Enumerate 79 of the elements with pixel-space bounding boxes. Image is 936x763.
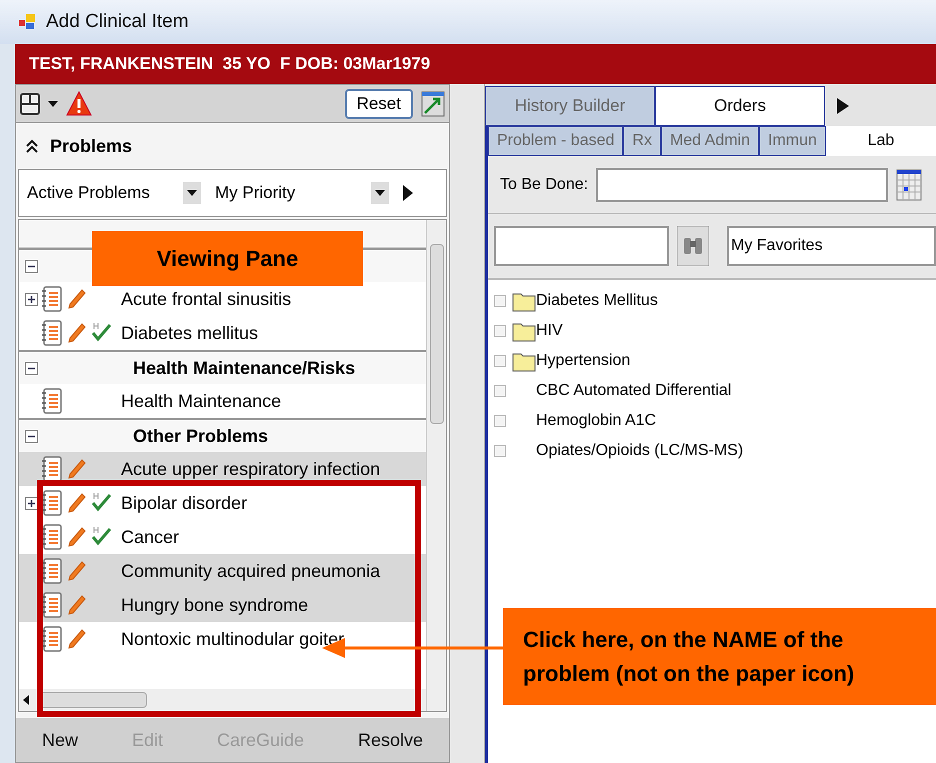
group-header: Health Maintenance/Risks: [133, 356, 356, 380]
paper-icon[interactable]: [41, 388, 63, 414]
horizontal-scrollbar[interactable]: [19, 689, 426, 711]
checkbox[interactable]: [494, 385, 506, 397]
order-item[interactable]: Diabetes Mellitus: [536, 289, 658, 313]
patient-banner: TEST, FRANKENSTEIN 35 YO F DOB: 03Mar1979: [15, 44, 936, 84]
dropdown-caret-icon: [48, 100, 58, 106]
collapse-chevron-icon[interactable]: [26, 139, 38, 153]
problem-name[interactable]: Cancer: [121, 524, 180, 550]
reset-button[interactable]: Reset: [344, 88, 413, 118]
order-item[interactable]: Hemoglobin A1C: [536, 409, 656, 433]
order-item[interactable]: HIV: [536, 319, 563, 343]
filter-dropdown[interactable]: Active Problems: [27, 180, 207, 206]
favorites-dropdown[interactable]: My Favorites: [727, 226, 936, 266]
popout-icon[interactable]: [421, 90, 445, 116]
checkbox[interactable]: [494, 295, 506, 307]
paper-icon[interactable]: [41, 490, 63, 516]
paper-icon[interactable]: [41, 320, 63, 346]
collapse-icon[interactable]: [25, 260, 38, 272]
pencil-icon[interactable]: [67, 322, 87, 344]
collapse-icon[interactable]: [25, 430, 38, 442]
subtab[interactable]: Lab: [826, 126, 936, 156]
vertical-scrollbar[interactable]: [426, 220, 446, 711]
window-title: Add Clinical Item: [46, 10, 189, 34]
binoculars-icon[interactable]: [677, 226, 709, 266]
paper-icon[interactable]: [41, 524, 63, 550]
pencil-icon[interactable]: [67, 526, 87, 548]
group-header: Other Problems: [133, 424, 268, 448]
problem-name[interactable]: Health Maintenance: [121, 388, 282, 414]
callout-box: Click here, on the NAME of the problem (not on the paper icon): [503, 608, 936, 705]
filter-dropdown[interactable]: My Priority: [215, 180, 395, 206]
subtab[interactable]: Immun: [759, 126, 826, 156]
paper-icon[interactable]: [41, 626, 63, 652]
checkbox[interactable]: [494, 415, 506, 427]
caret-icon: [375, 190, 385, 196]
calendar-icon[interactable]: [896, 168, 922, 202]
problem-name[interactable]: Hungry bone syndrome: [121, 592, 308, 618]
problem-row[interactable]: Hungry bone syndrome: [19, 588, 426, 622]
subtab[interactable]: Problem - based: [488, 126, 624, 156]
order-item[interactable]: Hypertension: [536, 349, 630, 373]
subtab[interactable]: Rx: [623, 126, 661, 156]
play-icon[interactable]: [403, 185, 413, 201]
warning-icon[interactable]: [66, 90, 92, 116]
order-item[interactable]: Opiates/Opioids (LC/MS-MS): [536, 439, 744, 463]
collapse-icon[interactable]: [25, 362, 38, 374]
annotation-label: Viewing Pane: [92, 231, 363, 286]
field-label: To Be Done:: [500, 174, 588, 194]
pencil-icon[interactable]: [67, 492, 87, 514]
checkbox[interactable]: [494, 325, 506, 337]
section-title: Problems: [50, 134, 132, 158]
scroll-left-icon[interactable]: [23, 695, 29, 705]
checkbox[interactable]: [494, 445, 506, 457]
expand-icon[interactable]: [25, 496, 38, 510]
checkbox[interactable]: [494, 355, 506, 367]
tab[interactable]: Orders: [655, 86, 825, 126]
pencil-icon[interactable]: [67, 288, 87, 310]
action-button[interactable]: Resolve: [358, 726, 423, 754]
app-icon: [18, 12, 38, 32]
order-item[interactable]: CBC Automated Differential: [536, 379, 732, 403]
play-icon[interactable]: [837, 98, 849, 114]
action-button[interactable]: New: [42, 726, 78, 754]
caret-icon: [187, 190, 197, 196]
paper-icon[interactable]: [41, 286, 63, 312]
date-field[interactable]: [596, 168, 888, 202]
problem-row[interactable]: Community acquired pneumonia: [19, 554, 426, 588]
problem-name[interactable]: Acute frontal sinusitis: [121, 286, 292, 312]
tab[interactable]: History Builder: [485, 86, 655, 126]
problem-name[interactable]: Acute upper respiratory infection: [121, 456, 380, 482]
paper-icon[interactable]: [41, 558, 63, 584]
expand-icon[interactable]: [25, 292, 38, 306]
problem-name[interactable]: Diabetes mellitus: [121, 320, 258, 346]
search-field[interactable]: [494, 226, 669, 266]
problem-name[interactable]: Bipolar disorder: [121, 490, 248, 516]
subtab[interactable]: Med Admin: [660, 126, 759, 156]
problem-name[interactable]: Community acquired pneumonia: [121, 558, 380, 584]
pencil-icon[interactable]: [67, 628, 87, 650]
paper-icon[interactable]: [41, 592, 63, 618]
paper-icon[interactable]: [41, 456, 63, 482]
layout-icon[interactable]: [20, 92, 40, 114]
